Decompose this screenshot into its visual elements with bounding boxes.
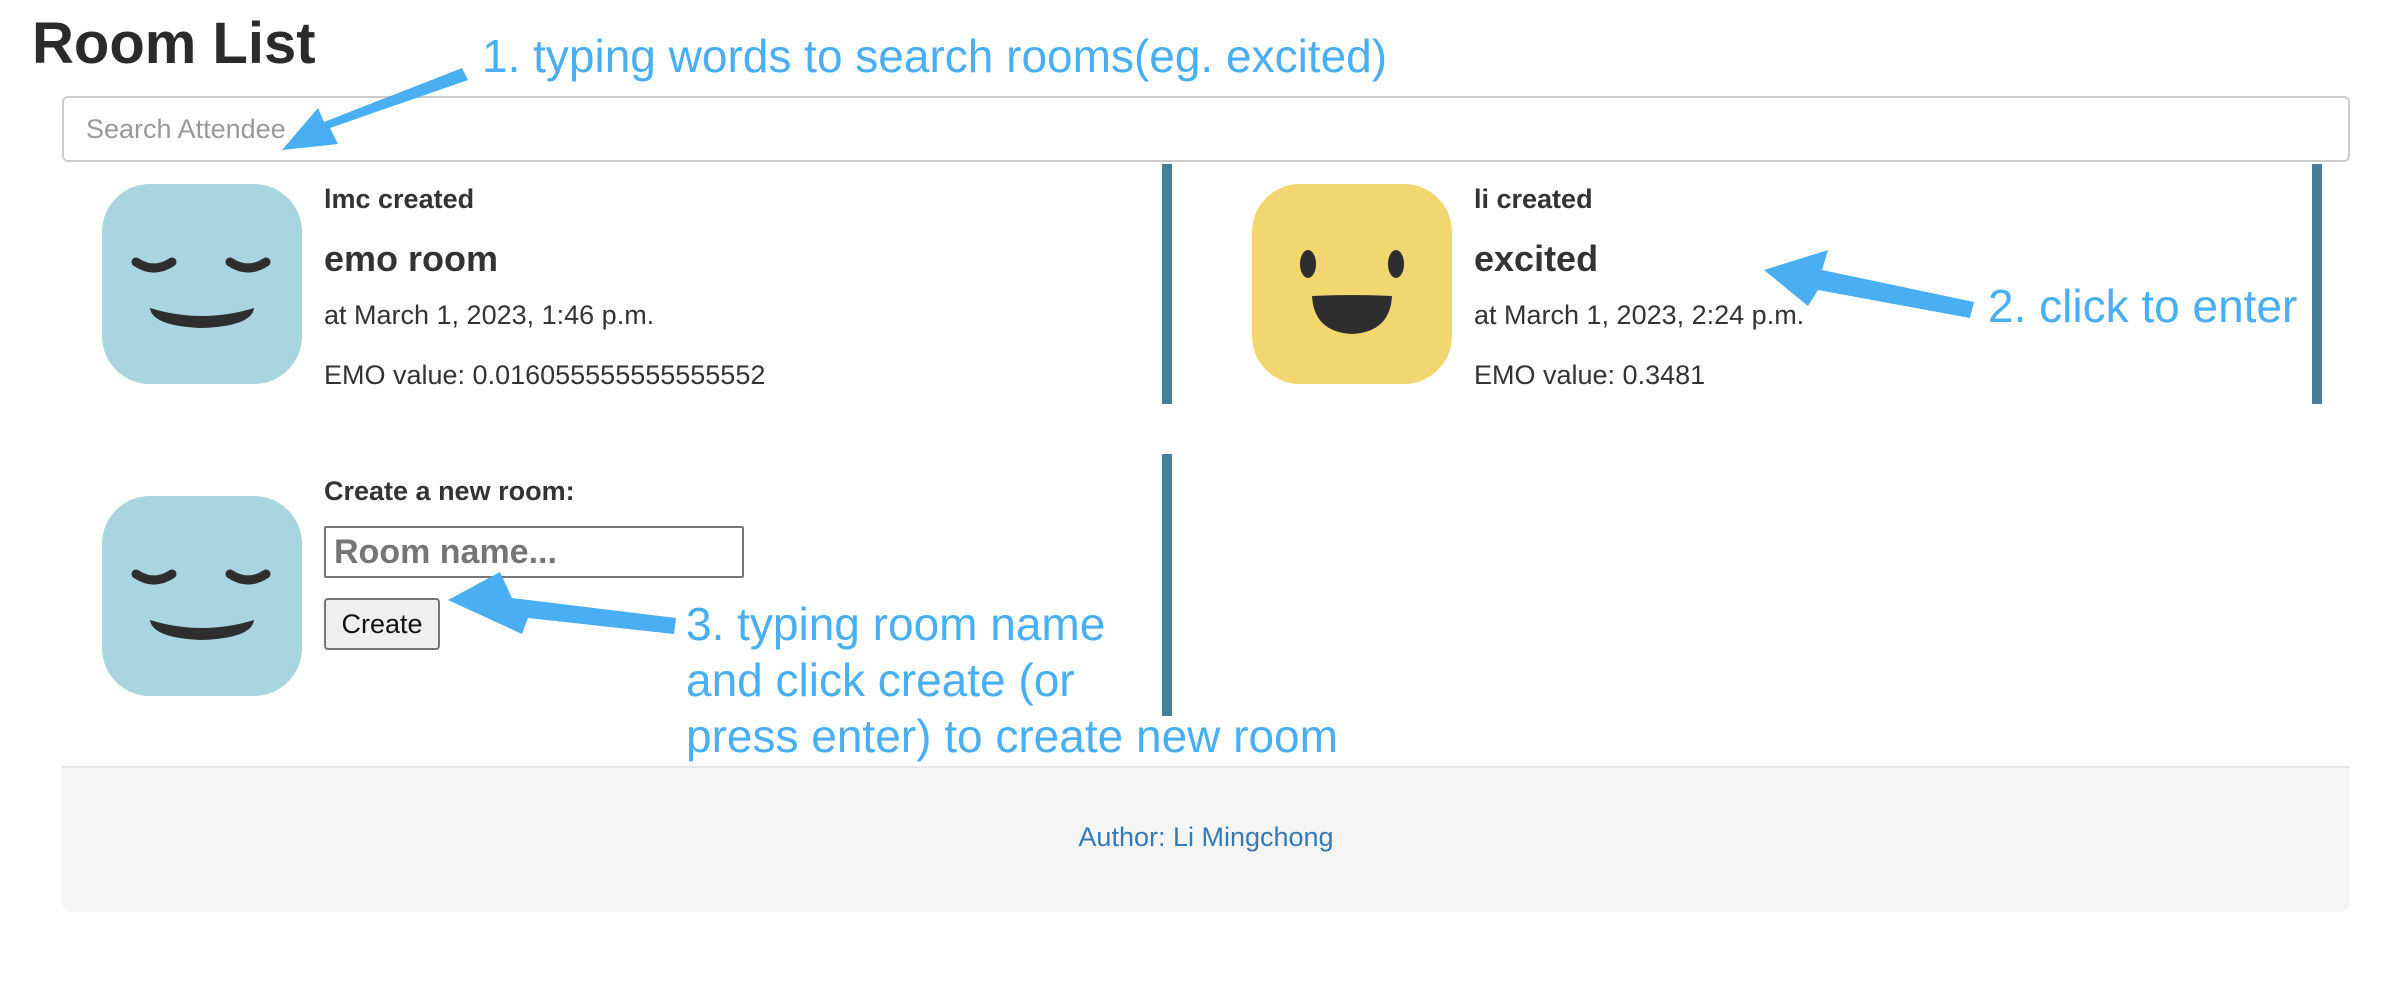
happy-face-icon xyxy=(1252,184,1452,384)
room-card-excited[interactable]: li created excited at March 1, 2023, 2:2… xyxy=(1212,164,2322,404)
create-button[interactable]: Create xyxy=(324,598,440,650)
calm-face-icon xyxy=(102,184,302,384)
room-emo-value: EMO value: 0.016055555555555552 xyxy=(324,360,766,390)
annotation-create-hint-3: press enter) to create new room xyxy=(686,710,1338,762)
room-date: at March 1, 2023, 1:46 p.m. xyxy=(324,300,655,330)
card-divider xyxy=(1162,454,1172,716)
room-name-input[interactable] xyxy=(324,526,744,578)
room-creator: lmc created xyxy=(324,184,475,214)
create-room-card: Create a new room: Create xyxy=(62,454,1172,716)
room-emo-value: EMO value: 0.3481 xyxy=(1474,360,1706,390)
room-list-page: Room List lmc created emo room at March … xyxy=(0,0,2400,1006)
calm-face-icon xyxy=(102,496,302,696)
card-divider xyxy=(1162,164,1172,404)
create-room-label: Create a new room: xyxy=(324,476,575,506)
room-name[interactable]: excited xyxy=(1474,238,1598,280)
room-creator: li created xyxy=(1474,184,1593,214)
room-date: at March 1, 2023, 2:24 p.m. xyxy=(1474,300,1805,330)
room-card-emo-room[interactable]: lmc created emo room at March 1, 2023, 1… xyxy=(62,164,1172,404)
room-name[interactable]: emo room xyxy=(324,238,498,280)
page-title: Room List xyxy=(32,11,316,76)
footer: Author: Li Mingchong xyxy=(62,766,2350,912)
author-link[interactable]: Author: Li Mingchong xyxy=(62,822,2350,853)
annotation-search-hint: 1. typing words to search rooms(eg. exci… xyxy=(482,30,1388,82)
card-divider xyxy=(2312,164,2322,404)
search-input[interactable] xyxy=(62,96,2350,162)
